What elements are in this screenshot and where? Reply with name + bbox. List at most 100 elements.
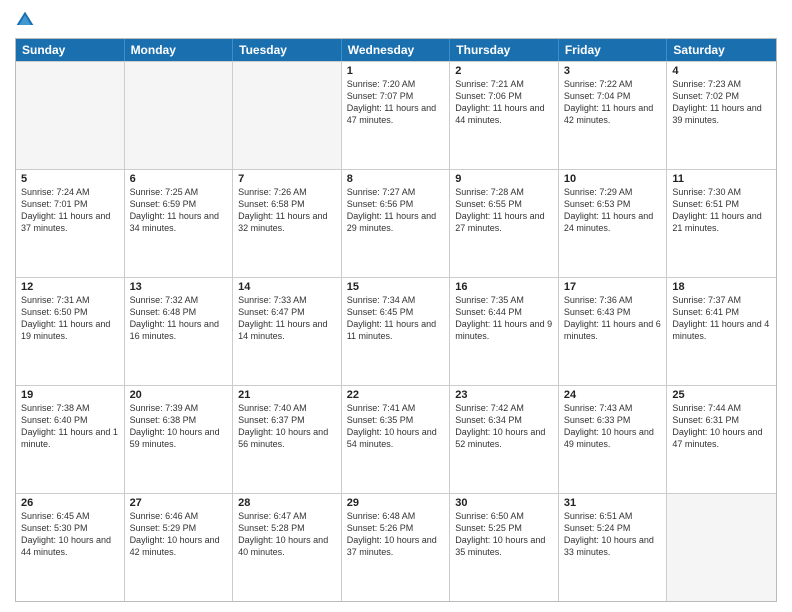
calendar-body: 1Sunrise: 7:20 AM Sunset: 7:07 PM Daylig… — [16, 61, 776, 601]
calendar-cell-3-5: 24Sunrise: 7:43 AM Sunset: 6:33 PM Dayli… — [559, 386, 668, 493]
cell-info: Sunrise: 6:48 AM Sunset: 5:26 PM Dayligh… — [347, 510, 445, 559]
calendar-cell-1-5: 10Sunrise: 7:29 AM Sunset: 6:53 PM Dayli… — [559, 170, 668, 277]
day-number: 25 — [672, 389, 771, 401]
header — [15, 10, 777, 30]
calendar-cell-4-0: 26Sunrise: 6:45 AM Sunset: 5:30 PM Dayli… — [16, 494, 125, 601]
calendar-cell-3-0: 19Sunrise: 7:38 AM Sunset: 6:40 PM Dayli… — [16, 386, 125, 493]
day-number: 15 — [347, 281, 445, 293]
calendar-cell-0-3: 1Sunrise: 7:20 AM Sunset: 7:07 PM Daylig… — [342, 62, 451, 169]
day-number: 13 — [130, 281, 228, 293]
cell-info: Sunrise: 6:45 AM Sunset: 5:30 PM Dayligh… — [21, 510, 119, 559]
calendar-cell-0-6: 4Sunrise: 7:23 AM Sunset: 7:02 PM Daylig… — [667, 62, 776, 169]
calendar-cell-1-4: 9Sunrise: 7:28 AM Sunset: 6:55 PM Daylig… — [450, 170, 559, 277]
day-number: 20 — [130, 389, 228, 401]
cell-info: Sunrise: 7:20 AM Sunset: 7:07 PM Dayligh… — [347, 78, 445, 127]
cell-info: Sunrise: 7:31 AM Sunset: 6:50 PM Dayligh… — [21, 294, 119, 343]
cell-info: Sunrise: 7:35 AM Sunset: 6:44 PM Dayligh… — [455, 294, 553, 343]
cell-info: Sunrise: 7:29 AM Sunset: 6:53 PM Dayligh… — [564, 186, 662, 235]
day-header-friday: Friday — [559, 39, 668, 61]
calendar-cell-2-6: 18Sunrise: 7:37 AM Sunset: 6:41 PM Dayli… — [667, 278, 776, 385]
day-number: 10 — [564, 173, 662, 185]
cell-info: Sunrise: 7:27 AM Sunset: 6:56 PM Dayligh… — [347, 186, 445, 235]
day-header-thursday: Thursday — [450, 39, 559, 61]
calendar-cell-4-3: 29Sunrise: 6:48 AM Sunset: 5:26 PM Dayli… — [342, 494, 451, 601]
calendar-cell-3-4: 23Sunrise: 7:42 AM Sunset: 6:34 PM Dayli… — [450, 386, 559, 493]
calendar-cell-1-2: 7Sunrise: 7:26 AM Sunset: 6:58 PM Daylig… — [233, 170, 342, 277]
day-number: 26 — [21, 497, 119, 509]
day-number: 19 — [21, 389, 119, 401]
calendar-cell-0-4: 2Sunrise: 7:21 AM Sunset: 7:06 PM Daylig… — [450, 62, 559, 169]
cell-info: Sunrise: 7:36 AM Sunset: 6:43 PM Dayligh… — [564, 294, 662, 343]
cell-info: Sunrise: 7:33 AM Sunset: 6:47 PM Dayligh… — [238, 294, 336, 343]
cell-info: Sunrise: 7:23 AM Sunset: 7:02 PM Dayligh… — [672, 78, 771, 127]
calendar-cell-2-1: 13Sunrise: 7:32 AM Sunset: 6:48 PM Dayli… — [125, 278, 234, 385]
calendar-cell-0-1 — [125, 62, 234, 169]
cell-info: Sunrise: 6:47 AM Sunset: 5:28 PM Dayligh… — [238, 510, 336, 559]
day-number: 8 — [347, 173, 445, 185]
calendar-cell-2-2: 14Sunrise: 7:33 AM Sunset: 6:47 PM Dayli… — [233, 278, 342, 385]
calendar-cell-1-1: 6Sunrise: 7:25 AM Sunset: 6:59 PM Daylig… — [125, 170, 234, 277]
calendar-row-0: 1Sunrise: 7:20 AM Sunset: 7:07 PM Daylig… — [16, 61, 776, 169]
day-header-saturday: Saturday — [667, 39, 776, 61]
day-number: 4 — [672, 65, 771, 77]
cell-info: Sunrise: 7:25 AM Sunset: 6:59 PM Dayligh… — [130, 186, 228, 235]
calendar-cell-4-2: 28Sunrise: 6:47 AM Sunset: 5:28 PM Dayli… — [233, 494, 342, 601]
day-number: 6 — [130, 173, 228, 185]
cell-info: Sunrise: 7:39 AM Sunset: 6:38 PM Dayligh… — [130, 402, 228, 451]
cell-info: Sunrise: 7:26 AM Sunset: 6:58 PM Dayligh… — [238, 186, 336, 235]
day-number: 12 — [21, 281, 119, 293]
calendar-cell-2-5: 17Sunrise: 7:36 AM Sunset: 6:43 PM Dayli… — [559, 278, 668, 385]
calendar-cell-0-2 — [233, 62, 342, 169]
day-number: 24 — [564, 389, 662, 401]
cell-info: Sunrise: 7:41 AM Sunset: 6:35 PM Dayligh… — [347, 402, 445, 451]
cell-info: Sunrise: 7:38 AM Sunset: 6:40 PM Dayligh… — [21, 402, 119, 451]
calendar-cell-1-3: 8Sunrise: 7:27 AM Sunset: 6:56 PM Daylig… — [342, 170, 451, 277]
day-number: 22 — [347, 389, 445, 401]
calendar-cell-0-5: 3Sunrise: 7:22 AM Sunset: 7:04 PM Daylig… — [559, 62, 668, 169]
cell-info: Sunrise: 7:42 AM Sunset: 6:34 PM Dayligh… — [455, 402, 553, 451]
day-header-wednesday: Wednesday — [342, 39, 451, 61]
calendar-header: SundayMondayTuesdayWednesdayThursdayFrid… — [16, 39, 776, 61]
calendar-cell-1-6: 11Sunrise: 7:30 AM Sunset: 6:51 PM Dayli… — [667, 170, 776, 277]
calendar-cell-3-1: 20Sunrise: 7:39 AM Sunset: 6:38 PM Dayli… — [125, 386, 234, 493]
cell-info: Sunrise: 7:30 AM Sunset: 6:51 PM Dayligh… — [672, 186, 771, 235]
logo-icon — [15, 10, 35, 30]
day-number: 2 — [455, 65, 553, 77]
day-number: 1 — [347, 65, 445, 77]
cell-info: Sunrise: 7:34 AM Sunset: 6:45 PM Dayligh… — [347, 294, 445, 343]
cell-info: Sunrise: 6:51 AM Sunset: 5:24 PM Dayligh… — [564, 510, 662, 559]
day-number: 28 — [238, 497, 336, 509]
calendar-cell-0-0 — [16, 62, 125, 169]
calendar-cell-3-6: 25Sunrise: 7:44 AM Sunset: 6:31 PM Dayli… — [667, 386, 776, 493]
cell-info: Sunrise: 7:22 AM Sunset: 7:04 PM Dayligh… — [564, 78, 662, 127]
day-number: 11 — [672, 173, 771, 185]
day-number: 27 — [130, 497, 228, 509]
cell-info: Sunrise: 7:44 AM Sunset: 6:31 PM Dayligh… — [672, 402, 771, 451]
day-header-monday: Monday — [125, 39, 234, 61]
day-number: 9 — [455, 173, 553, 185]
calendar-cell-4-1: 27Sunrise: 6:46 AM Sunset: 5:29 PM Dayli… — [125, 494, 234, 601]
cell-info: Sunrise: 7:32 AM Sunset: 6:48 PM Dayligh… — [130, 294, 228, 343]
cell-info: Sunrise: 7:24 AM Sunset: 7:01 PM Dayligh… — [21, 186, 119, 235]
day-number: 21 — [238, 389, 336, 401]
cell-info: Sunrise: 7:28 AM Sunset: 6:55 PM Dayligh… — [455, 186, 553, 235]
logo — [15, 10, 37, 30]
calendar-cell-2-0: 12Sunrise: 7:31 AM Sunset: 6:50 PM Dayli… — [16, 278, 125, 385]
day-number: 17 — [564, 281, 662, 293]
day-header-tuesday: Tuesday — [233, 39, 342, 61]
calendar-cell-4-4: 30Sunrise: 6:50 AM Sunset: 5:25 PM Dayli… — [450, 494, 559, 601]
day-number: 3 — [564, 65, 662, 77]
calendar: SundayMondayTuesdayWednesdayThursdayFrid… — [15, 38, 777, 602]
calendar-cell-4-5: 31Sunrise: 6:51 AM Sunset: 5:24 PM Dayli… — [559, 494, 668, 601]
cell-info: Sunrise: 7:40 AM Sunset: 6:37 PM Dayligh… — [238, 402, 336, 451]
calendar-row-2: 12Sunrise: 7:31 AM Sunset: 6:50 PM Dayli… — [16, 277, 776, 385]
day-number: 5 — [21, 173, 119, 185]
cell-info: Sunrise: 6:50 AM Sunset: 5:25 PM Dayligh… — [455, 510, 553, 559]
calendar-cell-4-6 — [667, 494, 776, 601]
day-number: 14 — [238, 281, 336, 293]
calendar-cell-3-3: 22Sunrise: 7:41 AM Sunset: 6:35 PM Dayli… — [342, 386, 451, 493]
day-number: 23 — [455, 389, 553, 401]
calendar-row-1: 5Sunrise: 7:24 AM Sunset: 7:01 PM Daylig… — [16, 169, 776, 277]
cell-info: Sunrise: 7:43 AM Sunset: 6:33 PM Dayligh… — [564, 402, 662, 451]
cell-info: Sunrise: 6:46 AM Sunset: 5:29 PM Dayligh… — [130, 510, 228, 559]
